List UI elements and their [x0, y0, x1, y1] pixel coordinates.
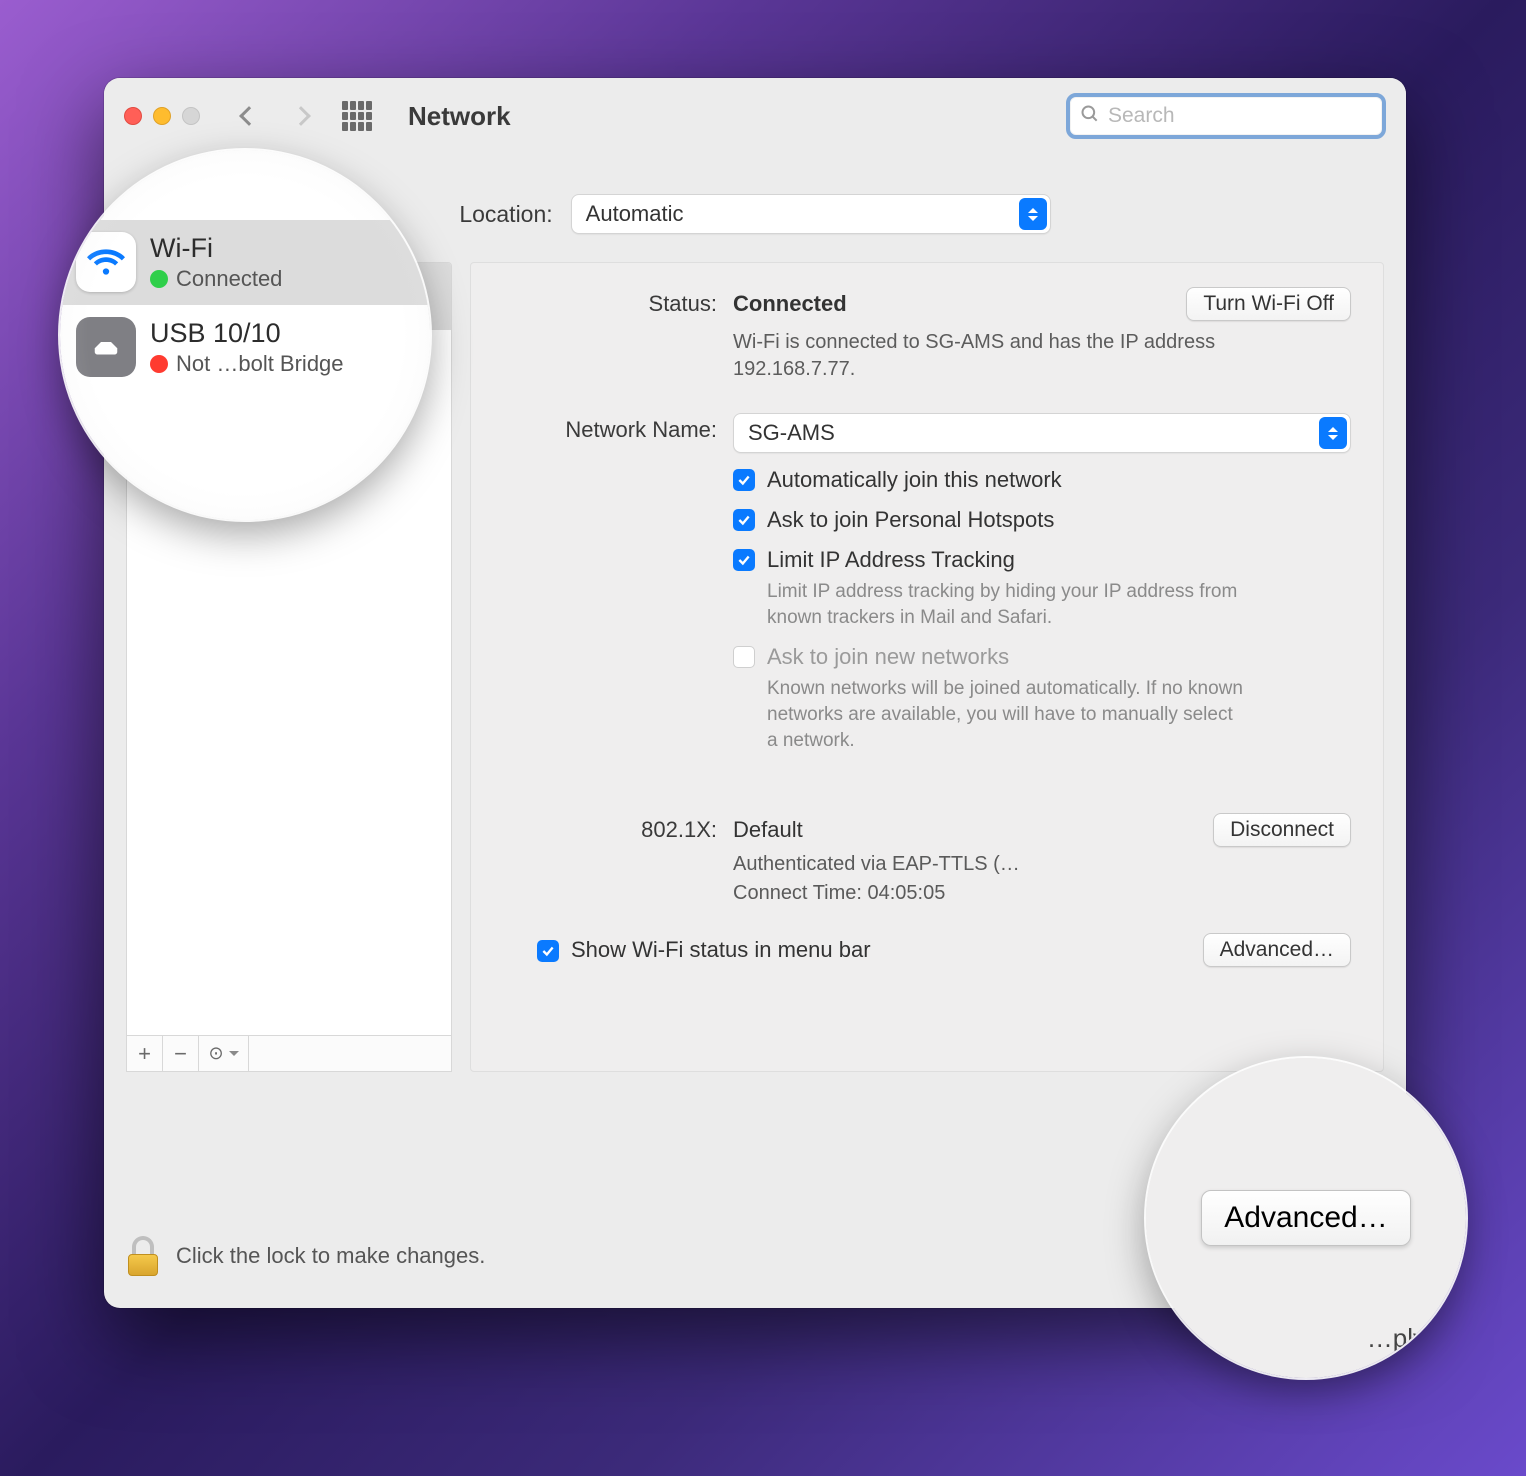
thunderbolt-icon [141, 409, 183, 451]
status-dot-icon [197, 436, 211, 450]
8021x-value: Default [733, 817, 803, 843]
auto-join-checkbox-row[interactable]: Automatically join this network [733, 467, 1351, 493]
minimize-window-button[interactable] [153, 107, 171, 125]
location-select[interactable]: Automatic [571, 194, 1051, 234]
network-name-value: SG-AMS [748, 420, 835, 446]
window-controls [124, 107, 200, 125]
forward-button [284, 96, 318, 136]
wifi-icon [141, 275, 183, 317]
network-name-row: Network Name: SG-AMS Automatically join … [503, 413, 1351, 753]
bottom-bar: Click the lock to make changes. [126, 1226, 1384, 1286]
interface-name: Wi-Fi [197, 273, 301, 297]
8021x-time-text: Connect Time: 04:05:05 [733, 882, 1351, 905]
8021x-auth-text: Authenticated via EAP-TTLS (… [733, 853, 1351, 876]
search-field[interactable] [1066, 93, 1386, 139]
checkbox-unchecked-icon [733, 646, 755, 668]
advanced-button[interactable]: Advanced… [1203, 933, 1351, 967]
ask-hotspot-checkbox-row[interactable]: Ask to join Personal Hotspots [733, 507, 1351, 533]
location-value: Automatic [586, 201, 684, 227]
auto-join-label: Automatically join this network [767, 467, 1062, 493]
checkbox-checked-icon [733, 549, 755, 571]
lock-icon[interactable] [126, 1236, 160, 1276]
checkbox-checked-icon [537, 940, 559, 962]
status-value: Connected [733, 291, 847, 317]
interfaces-sidebar: Wi-Fi Connected USB 10/10…LAN Not Connec… [126, 262, 452, 1072]
ask-new-checkbox-row: Ask to join new networks Known networks … [733, 644, 1351, 753]
lock-text: Click the lock to make changes. [176, 1243, 485, 1269]
8021x-row: 802.1X: Default Disconnect Authenticated… [503, 813, 1351, 905]
search-icon [1080, 104, 1100, 129]
apply-button-partial: …ply [1367, 1323, 1426, 1354]
sidebar-item-usb-lan[interactable]: USB 10/10…LAN Not Connected [127, 330, 451, 397]
network-name-select[interactable]: SG-AMS [733, 413, 1351, 453]
8021x-disconnect-button[interactable]: Disconnect [1213, 813, 1351, 847]
ask-hotspot-label: Ask to join Personal Hotspots [767, 507, 1054, 533]
back-button[interactable] [232, 96, 266, 136]
checkbox-checked-icon [733, 469, 755, 491]
zoom-window-button [182, 107, 200, 125]
ethernet-icon [141, 342, 183, 384]
sidebar-footer: + − ⊙ [127, 1035, 451, 1071]
interface-status: Not Connected [219, 433, 332, 453]
show-all-icon[interactable] [342, 101, 372, 131]
limit-ip-label: Limit IP Address Tracking [767, 547, 1247, 573]
interface-status: Connected [219, 299, 301, 319]
status-dot-icon [197, 369, 211, 383]
close-window-button[interactable] [124, 107, 142, 125]
limit-ip-subtext: Limit IP address tracking by hiding your… [767, 579, 1247, 630]
status-row: Status: Connected Turn Wi-Fi Off Wi-Fi i… [503, 287, 1351, 383]
remove-interface-button[interactable]: − [163, 1036, 199, 1071]
network-name-label: Network Name: [503, 413, 733, 443]
wifi-toggle-button[interactable]: Turn Wi-Fi Off [1186, 287, 1351, 321]
network-preferences-window: Network Location: Automatic Wi-Fi Con [104, 78, 1406, 1308]
select-stepper-icon [1019, 198, 1047, 230]
checkbox-checked-icon [733, 509, 755, 531]
ask-new-subtext: Known networks will be joined automatica… [767, 676, 1247, 753]
menubar-label: Show Wi-Fi status in menu bar [571, 937, 871, 963]
8021x-label: 802.1X: [503, 813, 733, 843]
window-title: Network [408, 101, 511, 132]
interface-name: …bolt Bridge [197, 407, 332, 431]
sidebar-item-wifi[interactable]: Wi-Fi Connected [127, 263, 451, 330]
content-split: Wi-Fi Connected USB 10/10…LAN Not Connec… [104, 262, 1406, 1072]
search-input[interactable] [1108, 104, 1379, 128]
location-label: Location: [459, 201, 552, 228]
limit-ip-checkbox-row[interactable]: Limit IP Address Tracking Limit IP addre… [733, 547, 1351, 630]
status-dot-icon [197, 302, 211, 316]
interface-name: USB 10/10…LAN [197, 340, 360, 364]
detail-pane: Status: Connected Turn Wi-Fi Off Wi-Fi i… [470, 262, 1384, 1072]
status-label: Status: [503, 287, 733, 317]
location-row: Location: Automatic [104, 154, 1406, 262]
select-stepper-icon [1319, 417, 1347, 449]
sidebar-item-thunderbolt[interactable]: …bolt Bridge Not Connected [127, 397, 451, 464]
ask-new-label: Ask to join new networks [767, 644, 1247, 670]
menubar-checkbox-row[interactable]: Show Wi-Fi status in menu bar Advanced… [537, 933, 1351, 967]
interface-actions-menu[interactable]: ⊙ [199, 1036, 249, 1071]
interface-status: Not Connected [219, 366, 332, 386]
toolbar: Network [104, 78, 1406, 154]
add-interface-button[interactable]: + [127, 1036, 163, 1071]
status-detail: Wi-Fi is connected to SG-AMS and has the… [733, 329, 1233, 383]
